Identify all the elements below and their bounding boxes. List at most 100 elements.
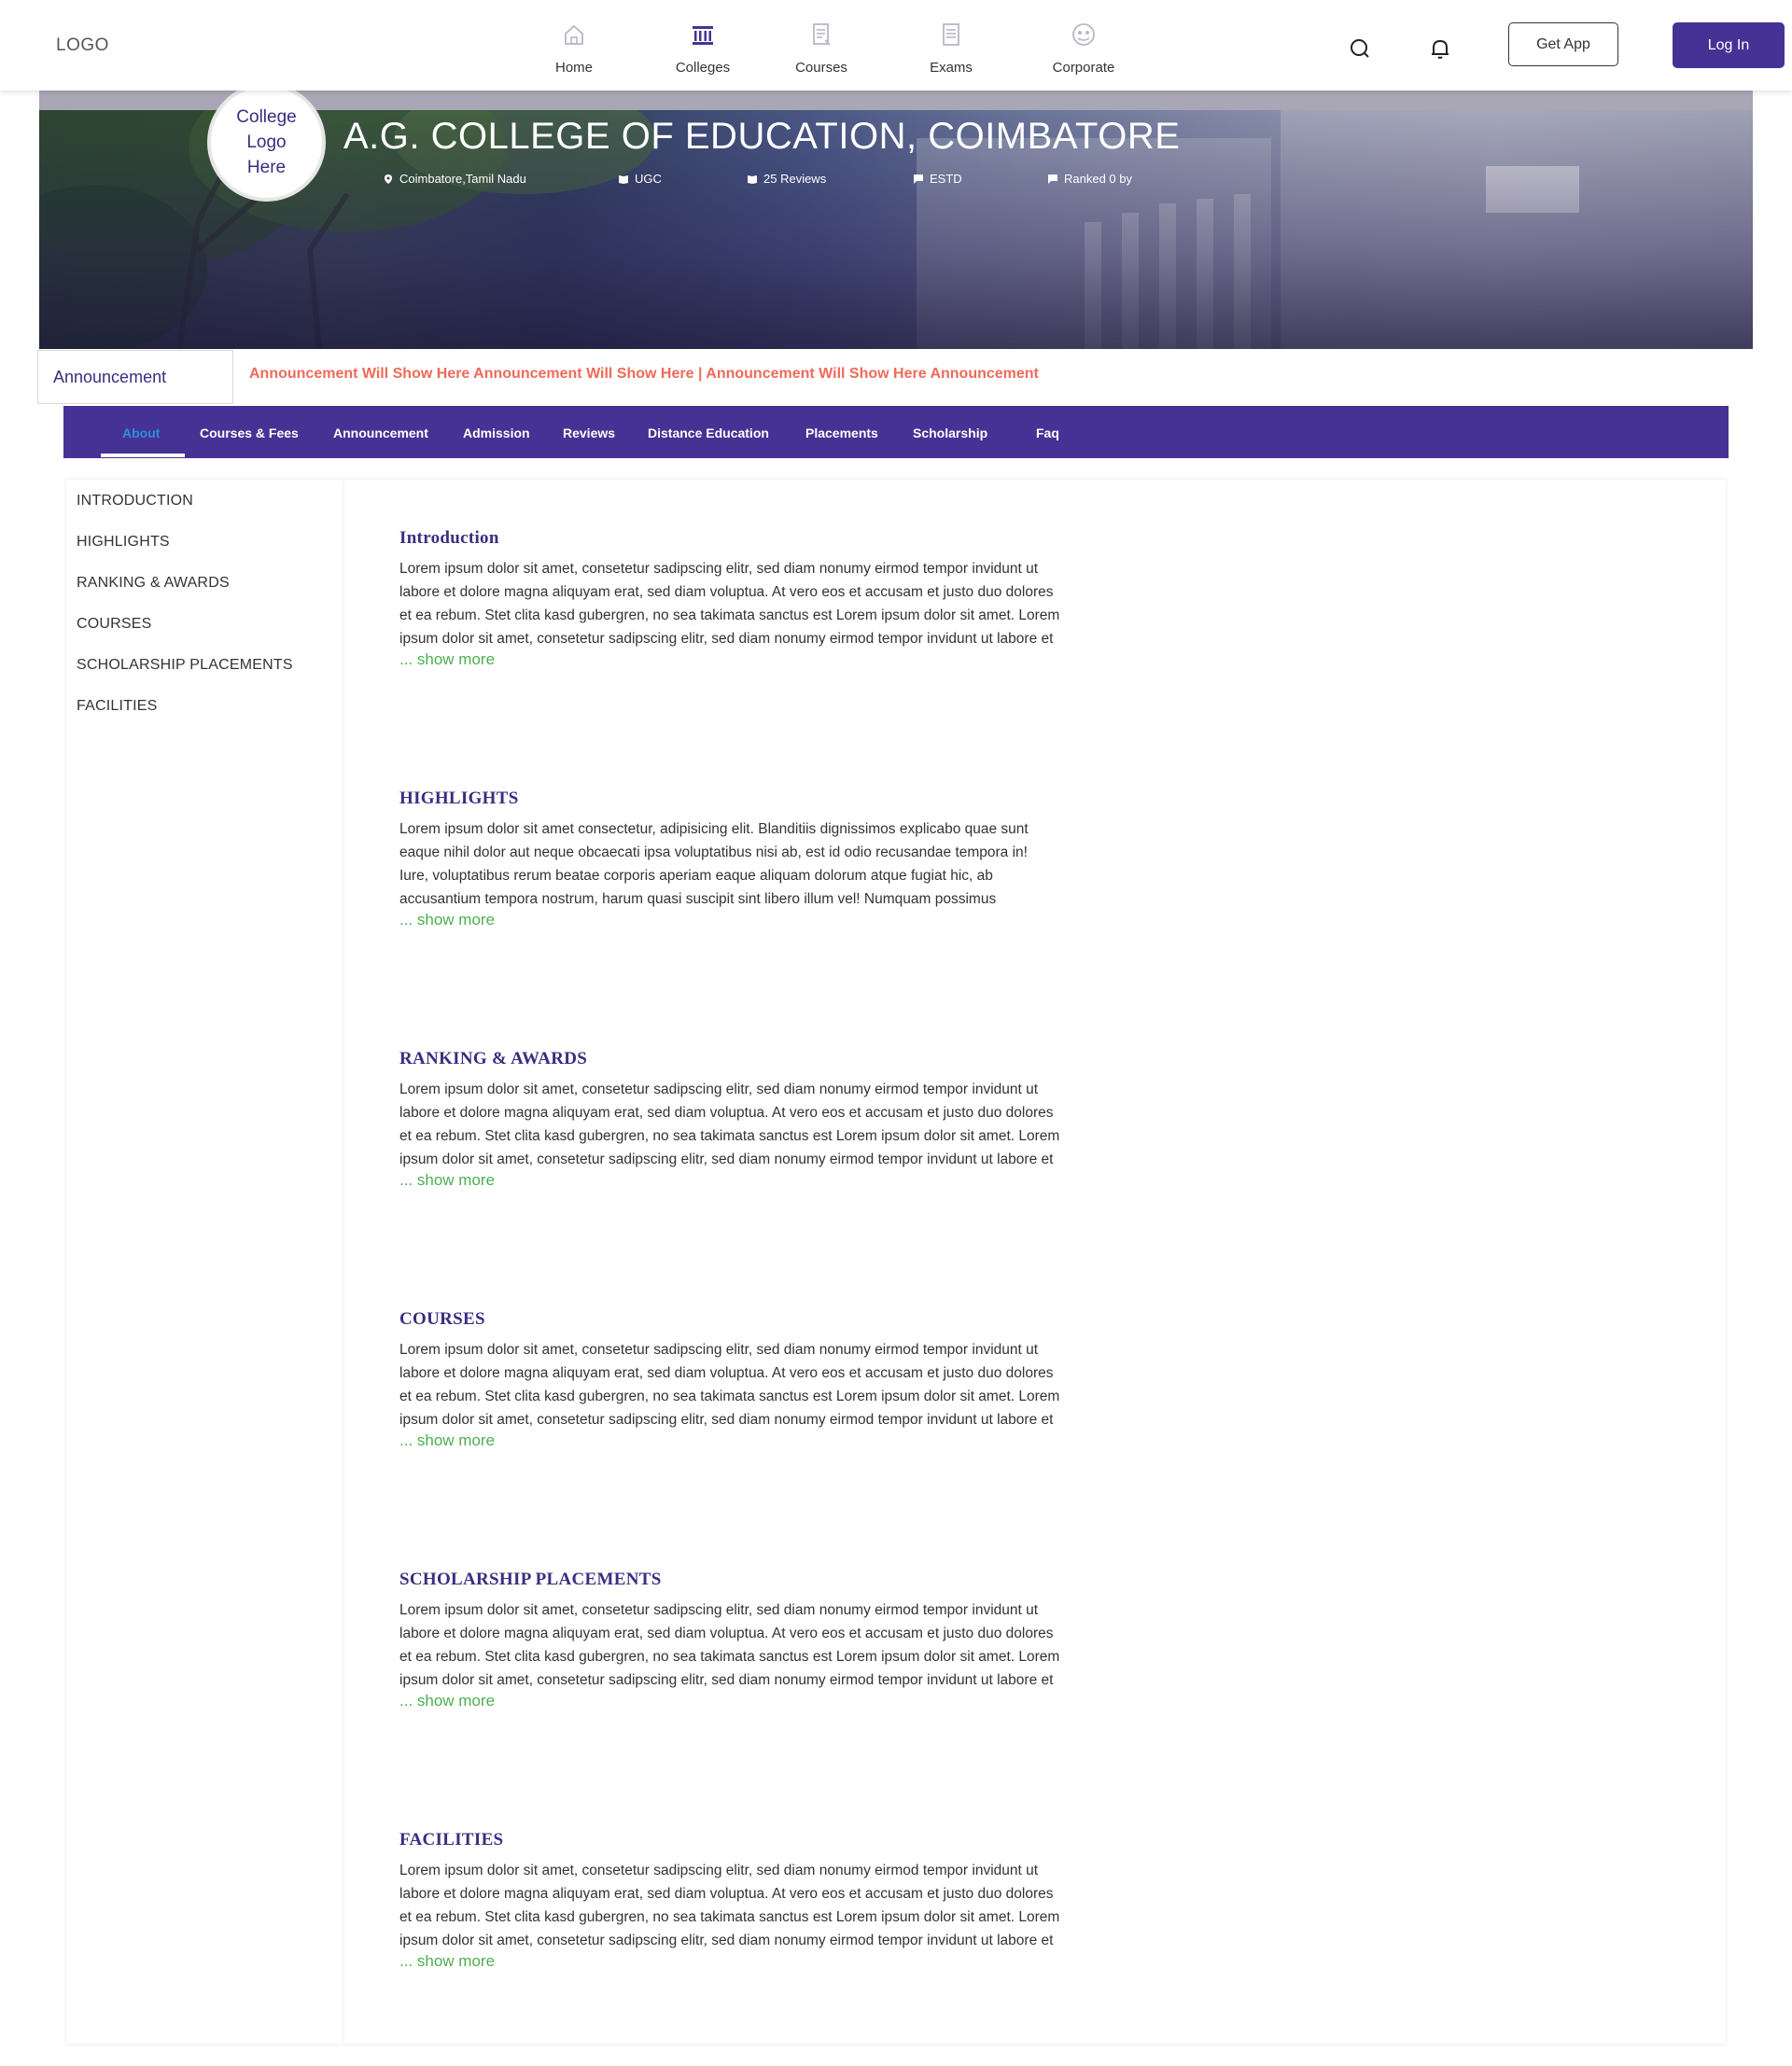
college-icon: [693, 26, 713, 45]
get-app-button[interactable]: Get App: [1508, 22, 1618, 66]
announcement-label: Announcement: [37, 350, 233, 404]
body-line: eaque nihil dolor aut neque obcaecati ip…: [399, 845, 1028, 860]
nav-colleges-label: Colleges: [675, 60, 731, 76]
show-more-link[interactable]: ... show more: [399, 911, 1174, 929]
section-title: HIGHLIGHTS: [399, 789, 519, 808]
location-pin-icon: [385, 174, 392, 184]
body-line: labore et dolore magna aliquyam erat, se…: [399, 1886, 1054, 1902]
exams-icon: [943, 23, 959, 46]
nav-exams-label: Exams: [930, 60, 973, 76]
section-title: COURSES: [399, 1309, 485, 1329]
college-tab-bar: About Courses & Fees Announcement Admiss…: [63, 406, 1729, 458]
show-more-link[interactable]: ... show more: [399, 1952, 1174, 1971]
meta-location: Coimbatore,Tamil Nadu: [383, 172, 526, 186]
section-facilities: FACILITIES Lorem ipsum dolor sit amet, c…: [399, 1830, 1174, 1971]
body-line: Lorem ipsum dolor sit amet, consetetur s…: [399, 1863, 1039, 1878]
meta-approval-text: UGC: [635, 172, 662, 186]
meta-estd-text: ESTD: [930, 172, 962, 186]
nav-courses-label: Courses: [795, 60, 847, 76]
body-line: Lorem ipsum dolor sit amet, consetetur s…: [399, 1342, 1039, 1358]
section-title: FACILITIES: [399, 1830, 504, 1850]
sidebar-item-highlights[interactable]: HIGHLIGHTS: [77, 534, 170, 551]
tab-faq[interactable]: Faq: [1036, 426, 1059, 440]
about-content: Introduction Lorem ipsum dolor sit amet,…: [344, 480, 1726, 2044]
meta-ranked: Ranked 0 by: [1047, 172, 1132, 186]
college-name: A.G. COLLEGE OF EDUCATION, COIMBATORE: [343, 116, 1181, 157]
top-navbar: LOGO Home Colleges Courses Exams Corpora…: [0, 0, 1792, 91]
book-icon: [748, 174, 757, 184]
body-line: ipsum dolor sit amet, consetetur sadipsc…: [399, 631, 1054, 647]
meta-location-text: Coimbatore,Tamil Nadu: [399, 172, 526, 186]
nav-colleges[interactable]: Colleges: [651, 21, 754, 76]
tab-placements[interactable]: Placements: [805, 426, 878, 440]
nav-home[interactable]: Home: [523, 21, 625, 76]
show-more-link[interactable]: ... show more: [399, 650, 1174, 669]
site-logo[interactable]: LOGO: [56, 35, 109, 56]
login-button[interactable]: Log In: [1673, 22, 1785, 68]
tab-reviews[interactable]: Reviews: [563, 426, 615, 440]
tab-admission[interactable]: Admission: [463, 426, 530, 440]
body-line: et ea rebum. Stet clita kasd gubergren, …: [399, 1649, 1060, 1665]
section-scholarship-placements: SCHOLARSHIP PLACEMENTS Lorem ipsum dolor…: [399, 1570, 1174, 1710]
nav-exams[interactable]: Exams: [900, 21, 1002, 76]
section-body: Lorem ipsum dolor sit amet, consetetur s…: [399, 1598, 1174, 1692]
body-line: ipsum dolor sit amet, consetetur sadipsc…: [399, 1672, 1054, 1688]
tab-scholarship[interactable]: Scholarship: [913, 426, 987, 440]
bell-icon[interactable]: [1427, 35, 1453, 62]
body-line: et ea rebum. Stet clita kasd gubergren, …: [399, 1389, 1060, 1404]
announcement-ticker[interactable]: Announcement Will Show Here Announcement…: [249, 366, 1039, 383]
body-line: accusantium tempora nostrum, harum quasi…: [399, 891, 997, 907]
meta-ranked-text: Ranked 0 by: [1064, 172, 1132, 186]
home-icon: [565, 24, 583, 45]
section-title: RANKING & AWARDS: [399, 1049, 588, 1068]
body-line: labore et dolore magna aliquyam erat, se…: [399, 584, 1054, 600]
nav-corporate[interactable]: Corporate: [1032, 21, 1135, 76]
nav-courses[interactable]: Courses: [770, 21, 873, 76]
courses-icon: [813, 23, 831, 46]
body-line: labore et dolore magna aliquyam erat, se…: [399, 1365, 1054, 1381]
tab-announcement[interactable]: Announcement: [333, 426, 428, 440]
sidebar-item-introduction[interactable]: INTRODUCTION: [77, 493, 193, 510]
section-sidebar: INTRODUCTION HIGHLIGHTS RANKING & AWARDS…: [66, 480, 344, 2044]
body-line: ipsum dolor sit amet, consetetur sadipsc…: [399, 1412, 1054, 1428]
college-logo-line-2: Logo: [246, 133, 287, 152]
college-logo-line-3: Here: [246, 158, 287, 177]
book-icon: [619, 174, 628, 184]
sidebar-item-facilities[interactable]: FACILITIES: [77, 698, 157, 715]
body-line: et ea rebum. Stet clita kasd gubergren, …: [399, 1909, 1060, 1925]
tab-courses-fees[interactable]: Courses & Fees: [200, 426, 299, 440]
meta-reviews[interactable]: 25 Reviews: [747, 172, 826, 186]
section-title: SCHOLARSHIP PLACEMENTS: [399, 1570, 662, 1589]
body-line: Lorem ipsum dolor sit amet, consetetur s…: [399, 561, 1039, 577]
sidebar-item-courses[interactable]: COURSES: [77, 616, 152, 633]
body-line: labore et dolore magna aliquyam erat, se…: [399, 1626, 1054, 1641]
tab-about[interactable]: About: [122, 426, 160, 440]
nav-corporate-label: Corporate: [1052, 60, 1115, 76]
message-icon: [914, 174, 923, 184]
body-line: ipsum dolor sit amet, consetetur sadipsc…: [399, 1152, 1054, 1167]
nav-home-label: Home: [554, 60, 593, 76]
body-line: Iure, voluptatibus rerum beatae corporis…: [399, 868, 993, 884]
body-line: Lorem ipsum dolor sit amet, consetetur s…: [399, 1602, 1039, 1618]
show-more-link[interactable]: ... show more: [399, 1692, 1174, 1710]
section-title: Introduction: [399, 528, 499, 548]
body-line: Lorem ipsum dolor sit amet consectetur, …: [399, 821, 1029, 837]
show-more-link[interactable]: ... show more: [399, 1171, 1174, 1190]
section-highlights: HIGHLIGHTS Lorem ipsum dolor sit amet co…: [399, 789, 1174, 929]
body-line: ipsum dolor sit amet, consetetur sadipsc…: [399, 1933, 1054, 1948]
section-ranking-awards: RANKING & AWARDS Lorem ipsum dolor sit a…: [399, 1049, 1174, 1190]
meta-approval: UGC: [618, 172, 662, 186]
meta-estd: ESTD: [913, 172, 962, 186]
section-body: Lorem ipsum dolor sit amet, consetetur s…: [399, 557, 1174, 650]
search-icon[interactable]: [1348, 35, 1374, 62]
sidebar-item-ranking-awards[interactable]: RANKING & AWARDS: [77, 575, 230, 592]
body-line: et ea rebum. Stet clita kasd gubergren, …: [399, 607, 1060, 623]
sidebar-item-scholarship-placements[interactable]: SCHOLARSHIP PLACEMENTS: [77, 657, 293, 674]
section-body: Lorem ipsum dolor sit amet, consetetur s…: [399, 1859, 1174, 1952]
section-courses: COURSES Lorem ipsum dolor sit amet, cons…: [399, 1309, 1174, 1450]
college-logo: College Logo Here: [207, 83, 326, 202]
tab-distance-education[interactable]: Distance Education: [648, 426, 769, 440]
college-logo-line-1: College: [236, 107, 297, 127]
message-icon: [1048, 174, 1057, 184]
show-more-link[interactable]: ... show more: [399, 1431, 1174, 1450]
